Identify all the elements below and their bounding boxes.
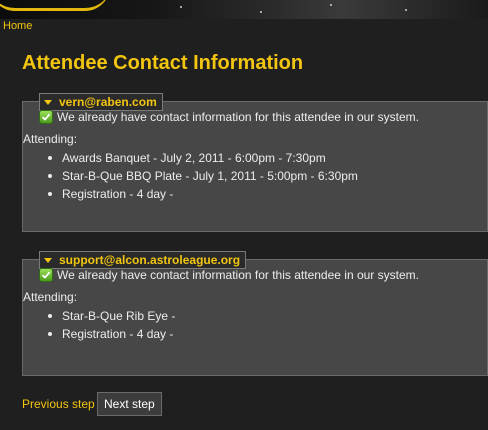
breadcrumb: Home bbox=[3, 20, 32, 32]
attendee-panel: vern@raben.com We already have contact i… bbox=[22, 93, 488, 232]
checkmark-icon bbox=[39, 268, 53, 282]
checkmark-icon bbox=[39, 110, 53, 124]
attending-label: Attending: bbox=[23, 132, 78, 146]
previous-step-link[interactable]: Previous step bbox=[22, 397, 95, 411]
status-message: We already have contact information for … bbox=[39, 110, 419, 124]
event-list: Star-B-Que Rib Eye - Registration - 4 da… bbox=[23, 307, 175, 343]
next-step-button[interactable]: Next step bbox=[97, 392, 162, 416]
list-item: Star-B-Que Rib Eye - bbox=[23, 307, 175, 325]
star-decoration bbox=[405, 9, 407, 11]
caret-down-icon bbox=[44, 257, 52, 263]
star-decoration bbox=[330, 4, 332, 6]
page-title: Attendee Contact Information bbox=[22, 52, 304, 74]
attendee-email: vern@raben.com bbox=[59, 95, 157, 109]
event-list: Awards Banquet - July 2, 2011 - 6:00pm -… bbox=[23, 149, 358, 203]
attendee-email-toggle[interactable]: vern@raben.com bbox=[39, 93, 163, 111]
list-item: Registration - 4 day - bbox=[23, 325, 175, 343]
list-item: Registration - 4 day - bbox=[23, 185, 358, 203]
star-decoration bbox=[260, 11, 262, 13]
attendee-email-toggle[interactable]: support@alcon.astroleague.org bbox=[39, 251, 247, 269]
status-text: We already have contact information for … bbox=[57, 110, 419, 124]
attendee-email: support@alcon.astroleague.org bbox=[59, 253, 241, 267]
list-item: Star-B-Que BBQ Plate - July 1, 2011 - 5:… bbox=[23, 167, 358, 185]
star-decoration bbox=[180, 6, 182, 8]
breadcrumb-home-link[interactable]: Home bbox=[3, 20, 32, 32]
list-item: Awards Banquet - July 2, 2011 - 6:00pm -… bbox=[23, 149, 358, 167]
status-message: We already have contact information for … bbox=[39, 268, 419, 282]
attendee-panel: support@alcon.astroleague.org We already… bbox=[22, 251, 488, 376]
caret-down-icon bbox=[44, 99, 52, 105]
header-banner bbox=[0, 0, 488, 19]
logo-swoosh bbox=[0, 0, 110, 11]
status-text: We already have contact information for … bbox=[57, 268, 419, 282]
attending-label: Attending: bbox=[23, 290, 78, 304]
